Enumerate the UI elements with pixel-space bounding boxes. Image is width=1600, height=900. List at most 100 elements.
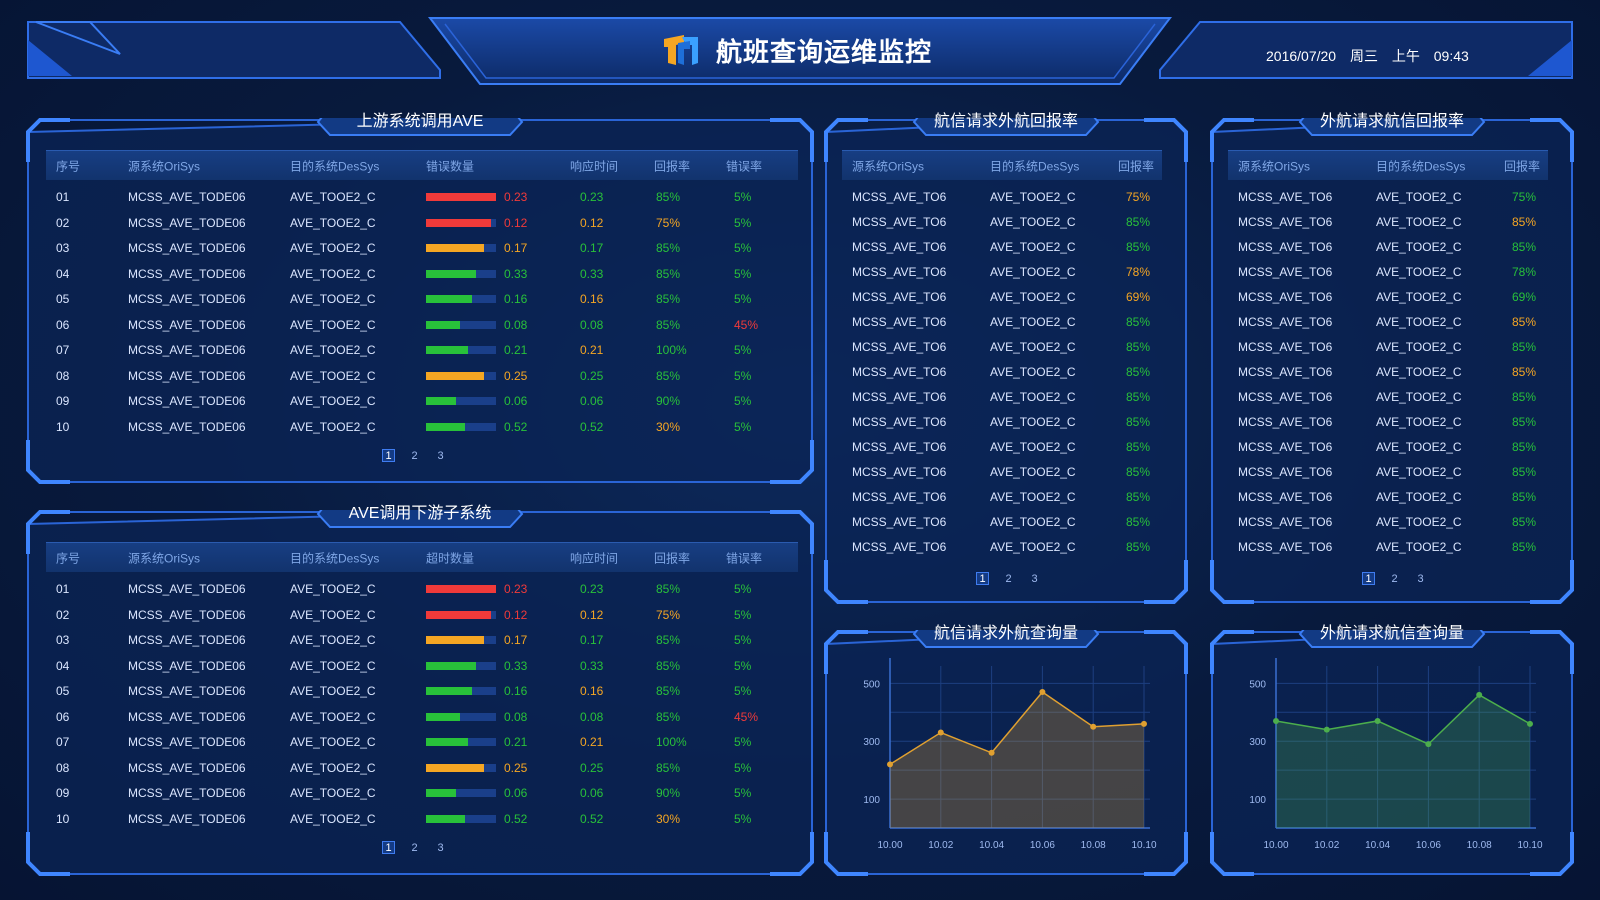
pagination: 123 (1362, 572, 1427, 585)
return-rate: 85% (656, 190, 681, 204)
table-row: MCSS_AVE_TO6 AVE_TOOE2_C 78% (1210, 259, 1574, 285)
count-bar-fill (426, 712, 461, 721)
dest-system: AVE_TOOE2_C (290, 709, 376, 724)
panel-title: AVE调用下游子系统 (348, 505, 492, 522)
source-system: MCSS_AVE_TODE06 (128, 368, 246, 383)
dest-system: AVE_TOOE2_C (1376, 365, 1462, 379)
row-index: 07 (56, 343, 70, 357)
source-system: MCSS_AVE_TO6 (1238, 490, 1333, 504)
area-chart: 100 300 500 10.00 10.02 10.04 10.06 10.08 10.10 (1249, 658, 1543, 851)
dest-system: AVE_TOOE2_C (290, 811, 376, 826)
source-system: MCSS_AVE_TODE06 (128, 190, 246, 204)
return-rate: 85% (1126, 440, 1151, 454)
row-index: 03 (56, 633, 70, 647)
source-system: MCSS_AVE_TO6 (852, 540, 947, 554)
page-button-2[interactable]: 2 (408, 841, 421, 854)
source-system: MCSS_AVE_TO6 (852, 415, 947, 429)
page-button-3[interactable]: 3 (1028, 572, 1041, 585)
pagination: 123 (382, 841, 447, 854)
source-system: MCSS_AVE_TODE06 (128, 292, 246, 306)
dest-system: AVE_TOOE2_C (990, 190, 1076, 204)
page-button-3[interactable]: 3 (1414, 572, 1427, 585)
error-rate: 5% (734, 760, 752, 775)
column-header: 目的系统DesSys (1376, 159, 1466, 173)
table-row: MCSS_AVE_TO6 AVE_TOOE2_C 85% (1210, 309, 1574, 335)
count-value: 0.17 (504, 241, 528, 255)
dest-system: AVE_TOOE2_C (1376, 390, 1462, 404)
return-rate: 85% (1512, 540, 1537, 554)
page-button-2[interactable]: 2 (408, 449, 421, 462)
count-value: 0.12 (504, 607, 528, 622)
row-index: 08 (56, 760, 70, 775)
y-tick-label: 100 (863, 795, 880, 806)
table-row: MCSS_AVE_TO6 AVE_TOOE2_C 85% (1210, 534, 1574, 560)
panel-title: 外航请求航信回报率 (1319, 113, 1464, 130)
return-rate: 85% (1126, 365, 1151, 379)
dest-system: AVE_TOOE2_C (290, 658, 376, 673)
page-button-1[interactable]: 1 (382, 449, 395, 462)
row-index: 02 (56, 215, 70, 230)
error-rate: 5% (734, 419, 752, 434)
y-tick-label: 100 (1249, 795, 1266, 806)
page-button-1[interactable]: 1 (976, 572, 989, 585)
error-rate: 5% (734, 241, 752, 255)
return-rate: 85% (1512, 415, 1537, 429)
source-system: MCSS_AVE_TODE06 (128, 343, 246, 357)
column-header: 目的系统DesSys (290, 159, 380, 173)
page-button-3[interactable]: 3 (434, 449, 447, 462)
column-header: 源系统OriSys (852, 159, 925, 173)
page-button-3[interactable]: 3 (434, 841, 447, 854)
source-system: MCSS_AVE_TODE06 (128, 419, 246, 434)
dest-system: AVE_TOOE2_C (990, 265, 1076, 279)
source-system: MCSS_AVE_TO6 (852, 515, 947, 529)
panel-foreign-to-travelsky-rate: 外航请求航信回报率 源系统OriSys 目的系统DesSys 回报率 MCSS_AVE_… (1210, 113, 1574, 604)
source-system: MCSS_AVE_TO6 (852, 365, 947, 379)
ampm-text: 上午 (1391, 48, 1420, 64)
x-tick-label: 10.06 (1030, 840, 1055, 851)
panel-foreign-to-travelsky-volume: 外航请求航信查询量 100 300 500 10.00 10.02 10.04 10.06 10… (1210, 625, 1574, 876)
dest-system: AVE_TOOE2_C (990, 465, 1076, 479)
return-rate: 30% (656, 811, 681, 826)
page-button-2[interactable]: 2 (1002, 572, 1015, 585)
count-bar-fill (426, 218, 492, 227)
source-system: MCSS_AVE_TO6 (1238, 315, 1333, 329)
row-index: 01 (56, 190, 70, 204)
column-header: 回报率 (654, 551, 691, 565)
column-header: 错误率 (726, 159, 763, 173)
count-bar-fill (426, 687, 473, 695)
row-index: 05 (56, 684, 70, 698)
row-index: 10 (56, 419, 70, 434)
return-rate: 85% (1126, 515, 1151, 529)
x-tick-label: 10.00 (1263, 840, 1288, 851)
table-row: MCSS_AVE_TO6 AVE_TOOE2_C 85% (1210, 334, 1574, 360)
response-time: 0.06 (580, 786, 604, 800)
table-row: 03 MCSS_AVE_TODE06 AVE_TOOE2_C 0.17 0.17 85% 5… (26, 235, 814, 261)
dest-system: AVE_TOOE2_C (290, 735, 376, 749)
count-bar (426, 585, 496, 593)
response-time: 0.16 (580, 292, 604, 306)
return-rate: 85% (1126, 215, 1151, 229)
table-row: MCSS_AVE_TO6 AVE_TOOE2_C 85% (824, 209, 1188, 235)
count-bar (426, 397, 496, 405)
dest-system: AVE_TOOE2_C (1376, 290, 1462, 304)
panel-title: 上游系统调用AVE (356, 113, 484, 130)
table-row: 08 MCSS_AVE_TODE06 AVE_TOOE2_C 0.25 0.25 85% 5… (26, 755, 814, 781)
column-header: 回报率 (654, 159, 691, 173)
dest-system: AVE_TOOE2_C (290, 419, 376, 434)
count-bar (426, 712, 496, 721)
source-system: MCSS_AVE_TO6 (852, 440, 947, 454)
data-point (1374, 717, 1381, 724)
page-button-1[interactable]: 1 (382, 841, 395, 854)
response-time: 0.21 (580, 343, 604, 357)
count-bar (426, 661, 496, 670)
page-button-2[interactable]: 2 (1388, 572, 1401, 585)
return-rate: 75% (1512, 190, 1537, 204)
page-button-1[interactable]: 1 (1362, 572, 1375, 585)
count-bar-fill (426, 244, 485, 252)
x-tick-label: 10.04 (1365, 840, 1390, 851)
x-tick-label: 10.02 (928, 840, 953, 851)
count-bar-fill (426, 346, 468, 354)
source-system: MCSS_AVE_TODE06 (128, 735, 246, 749)
source-system: MCSS_AVE_TO6 (1238, 540, 1333, 554)
dest-system: AVE_TOOE2_C (990, 365, 1076, 379)
